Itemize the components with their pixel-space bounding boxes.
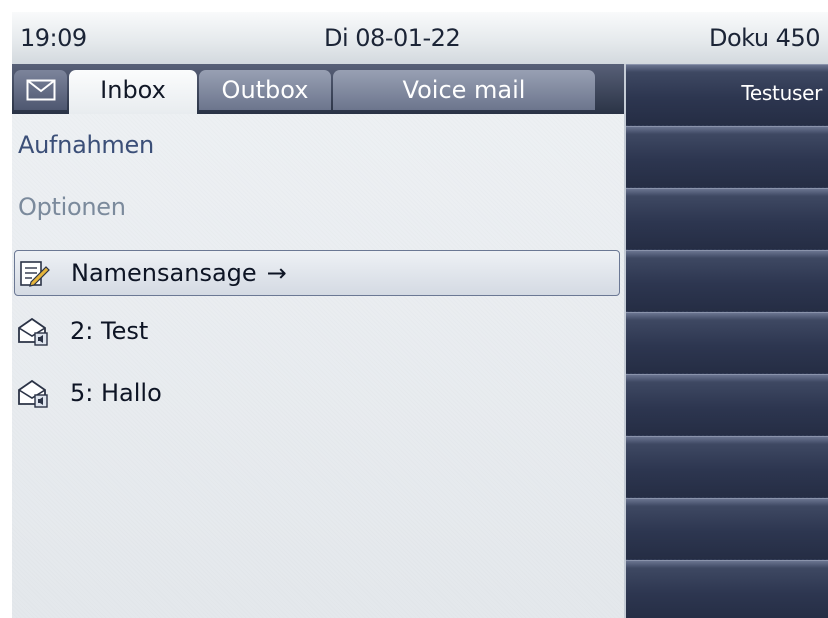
voicemail-envelope-icon — [18, 379, 48, 408]
status-date: Di 08-01-22 — [324, 24, 461, 52]
mail-tab-icon — [14, 70, 67, 110]
function-key-2[interactable] — [626, 126, 828, 187]
message-label: 5: Hallo — [70, 379, 162, 407]
tab-voice-mail[interactable]: Voice mail — [333, 70, 595, 110]
voicemail-envelope-icon — [18, 317, 48, 346]
menu-item-options[interactable]: Optionen — [12, 176, 624, 238]
status-bar: 19:09 Di 08-01-22 Doku 450 — [12, 12, 828, 64]
function-key-4[interactable] — [626, 250, 828, 311]
note-edit-icon — [20, 261, 50, 287]
phone-screen: 19:09 Di 08-01-22 Doku 450 Inbox Outbox … — [12, 12, 828, 618]
name-announcement-arrow: → — [266, 259, 287, 287]
menu-item-name-announcement[interactable]: Namensansage → — [14, 250, 620, 296]
tab-bar: Inbox Outbox Voice mail — [12, 64, 624, 114]
function-key-panel: Testuser — [624, 64, 828, 618]
function-key-5[interactable] — [626, 312, 828, 373]
tab-outbox[interactable]: Outbox — [199, 70, 331, 110]
function-key-3[interactable] — [626, 188, 828, 249]
message-item[interactable]: 2: Test — [12, 300, 624, 362]
status-time: 19:09 — [20, 24, 87, 52]
menu-item-recordings[interactable]: Aufnahmen — [12, 114, 624, 176]
function-key-1[interactable]: Testuser — [626, 64, 828, 125]
messages-panel: Inbox Outbox Voice mail Aufnahmen Option… — [12, 64, 624, 618]
function-key-6[interactable] — [626, 374, 828, 435]
name-announcement-label: Namensansage — [71, 259, 257, 287]
function-key-8[interactable] — [626, 498, 828, 559]
tab-inbox[interactable]: Inbox — [69, 70, 197, 114]
envelope-icon — [26, 79, 55, 101]
function-key-7[interactable] — [626, 436, 828, 497]
message-item[interactable]: 5: Hallo — [12, 362, 624, 424]
function-key-1-label: Testuser — [741, 81, 822, 105]
message-label: 2: Test — [70, 317, 149, 345]
function-key-9[interactable] — [626, 560, 828, 618]
status-user-name: Doku 450 — [709, 24, 820, 52]
